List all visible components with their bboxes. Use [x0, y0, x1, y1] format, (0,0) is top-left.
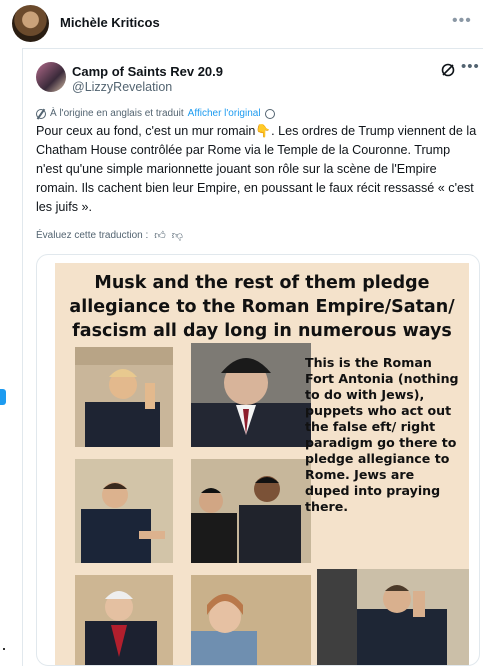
translate-icon: [36, 108, 46, 119]
author-name[interactable]: Michèle Kriticos: [60, 15, 160, 30]
ellipsis-icon[interactable]: •••: [461, 58, 480, 75]
poster-body-text: This is the Roman Fort Antonia (nothing …: [305, 355, 459, 514]
grok-icon[interactable]: [440, 62, 456, 78]
quoted-author-name[interactable]: Camp of Saints Rev 20.9: [72, 64, 223, 79]
rate-translation-label: Évaluez cette traduction :: [36, 230, 149, 241]
photo-wall-prayer-5: [75, 575, 173, 665]
pointing-down-emoji: 👇: [255, 124, 272, 138]
poster: Musk and the rest of them pledge allegia…: [55, 263, 469, 665]
scroll-indicator[interactable]: [0, 389, 6, 405]
gear-icon[interactable]: [264, 108, 275, 119]
translation-notice: À l'origine en anglais et traduit Affich…: [36, 108, 275, 119]
thumbs-up-icon[interactable]: 👍︎: [154, 229, 166, 242]
poster-title: Musk and the rest of them pledge allegia…: [69, 273, 455, 341]
photo-wall-prayer-7: [317, 569, 469, 665]
photo-wall-prayer-4: [191, 459, 311, 563]
page-dot: [3, 648, 5, 650]
show-original-link[interactable]: Afficher l'original: [188, 108, 261, 119]
outer-post-header: Michèle Kriticos •••: [0, 0, 483, 48]
rate-translation: Évaluez cette traduction : 👍︎ 👎︎: [36, 229, 183, 242]
photo-wall-prayer-2: [191, 343, 311, 447]
photo-wall-prayer-3: [75, 459, 173, 563]
tweet-text-part1: Pour ceux au fond, c'est un mur romain: [36, 124, 256, 138]
thumbs-down-icon[interactable]: 👎︎: [172, 229, 183, 242]
quoted-avatar[interactable]: [36, 62, 66, 92]
quoted-handle[interactable]: @LizzyRevelation: [72, 80, 172, 94]
tweet-text: Pour ceux au fond, c'est un mur romain👇.…: [36, 122, 478, 217]
photo-wall-prayer-1: [75, 347, 173, 447]
avatar[interactable]: [12, 5, 49, 42]
media-image[interactable]: Musk and the rest of them pledge allegia…: [36, 254, 480, 666]
ellipsis-icon[interactable]: •••: [452, 12, 472, 30]
translation-notice-text: À l'origine en anglais et traduit: [50, 108, 184, 119]
photo-wall-prayer-6: [191, 575, 311, 665]
